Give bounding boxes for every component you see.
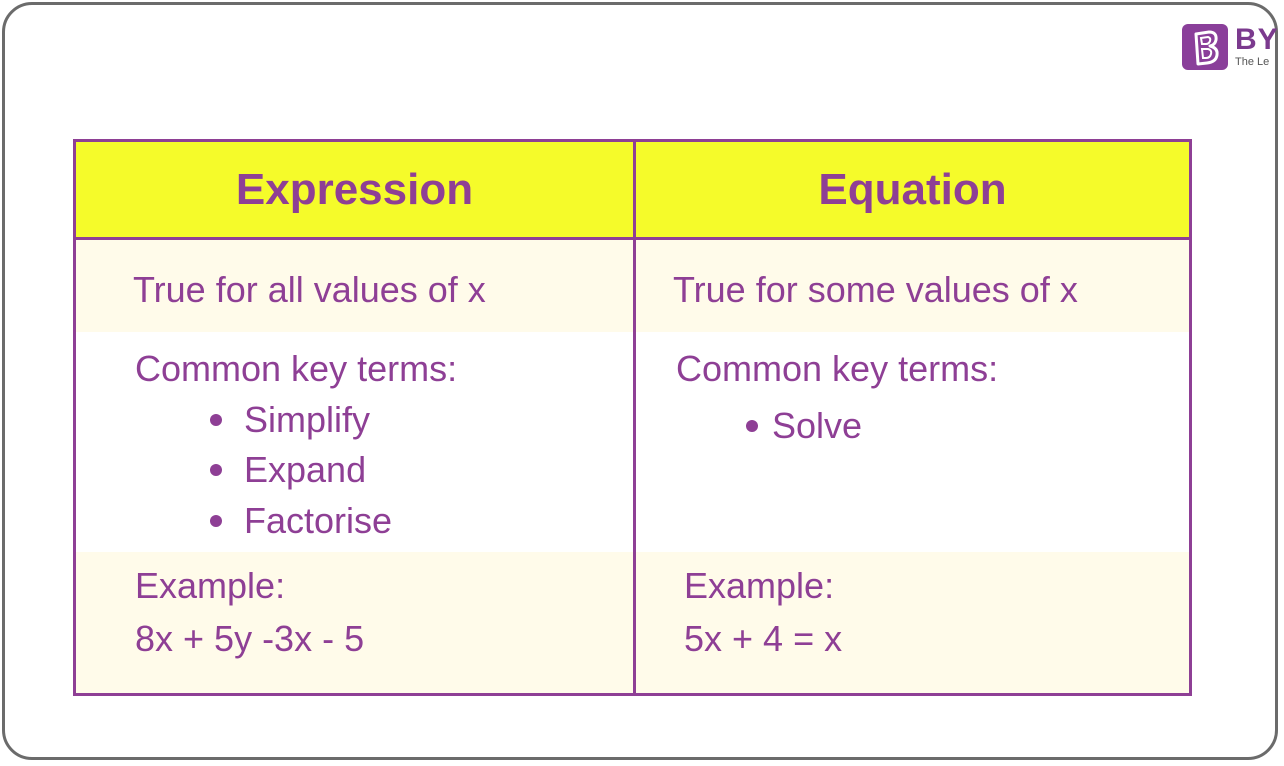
expression-term-text: Simplify <box>244 399 371 440</box>
equation-term-item: Solve <box>746 404 862 448</box>
equation-term-text: Solve <box>772 405 863 446</box>
expression-example-label: Example: <box>135 565 286 606</box>
header-expression: Expression <box>235 164 474 214</box>
brand-logo: BY The Le <box>1182 24 1282 72</box>
comparison-table: Expression Equation True for all values … <box>73 139 1192 696</box>
bullet-icon <box>746 420 758 432</box>
column-divider <box>633 142 636 693</box>
expression-term-text: Factorise <box>244 500 393 541</box>
bullet-icon <box>210 414 222 426</box>
expression-key-terms-label: Common key terms: <box>135 348 458 389</box>
bullet-icon <box>210 515 222 527</box>
equation-truth: True for some values of x <box>673 269 1078 310</box>
header-equation: Equation <box>818 164 1007 214</box>
equation-example-label: Example: <box>684 565 835 606</box>
logo-brand-name: BY <box>1235 24 1279 56</box>
expression-term-item: Simplify <box>210 398 370 442</box>
equation-key-terms-label: Common key terms: <box>676 348 999 389</box>
expression-truth: True for all values of x <box>133 269 486 310</box>
expression-term-item: Factorise <box>210 499 392 543</box>
bullet-icon <box>210 464 222 476</box>
expression-example-value: 8x + 5y -3x - 5 <box>135 618 365 659</box>
expression-term-item: Expand <box>210 448 366 492</box>
logo-text: BY The Le <box>1235 24 1279 68</box>
expression-term-text: Expand <box>244 449 367 490</box>
byjus-b-logo-icon <box>1182 24 1228 70</box>
equation-example-value: 5x + 4 = x <box>684 618 843 659</box>
logo-tagline: The Le <box>1235 56 1270 68</box>
